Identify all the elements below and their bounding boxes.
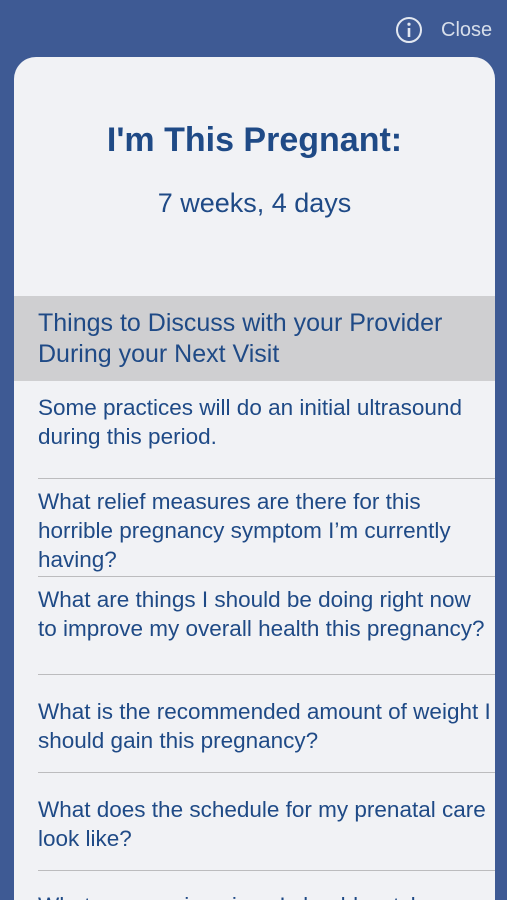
list-item[interactable]: What is the recommended amount of weight… xyxy=(38,697,495,755)
close-button[interactable]: Close xyxy=(441,17,492,43)
list-item[interactable]: Some practices will do an initial ultras… xyxy=(38,393,495,451)
list-item[interactable]: What relief measures are there for this … xyxy=(38,487,495,574)
list-divider xyxy=(38,478,495,479)
list-item[interactable]: What are things I should be doing right … xyxy=(38,585,495,643)
section-header-label: Things to Discuss with your Provider Dur… xyxy=(38,309,443,368)
list-divider xyxy=(38,576,495,577)
pregnancy-duration: 7 weeks, 4 days xyxy=(157,188,352,218)
list-divider xyxy=(38,674,495,675)
list-item[interactable]: What are warning signs I should watch xyxy=(38,891,495,900)
pregnancy-card: I'm This Pregnant: 7 weeks, 4 days Thing… xyxy=(14,57,495,900)
list-divider xyxy=(38,772,495,773)
section-header: Things to Discuss with your Provider Dur… xyxy=(14,296,495,381)
top-bar: Close xyxy=(0,0,507,56)
page-title: I'm This Pregnant: xyxy=(106,121,403,159)
list-divider xyxy=(38,870,495,871)
list-item[interactable]: What does the schedule for my prenatal c… xyxy=(38,795,495,853)
info-circle-icon[interactable] xyxy=(395,16,423,44)
